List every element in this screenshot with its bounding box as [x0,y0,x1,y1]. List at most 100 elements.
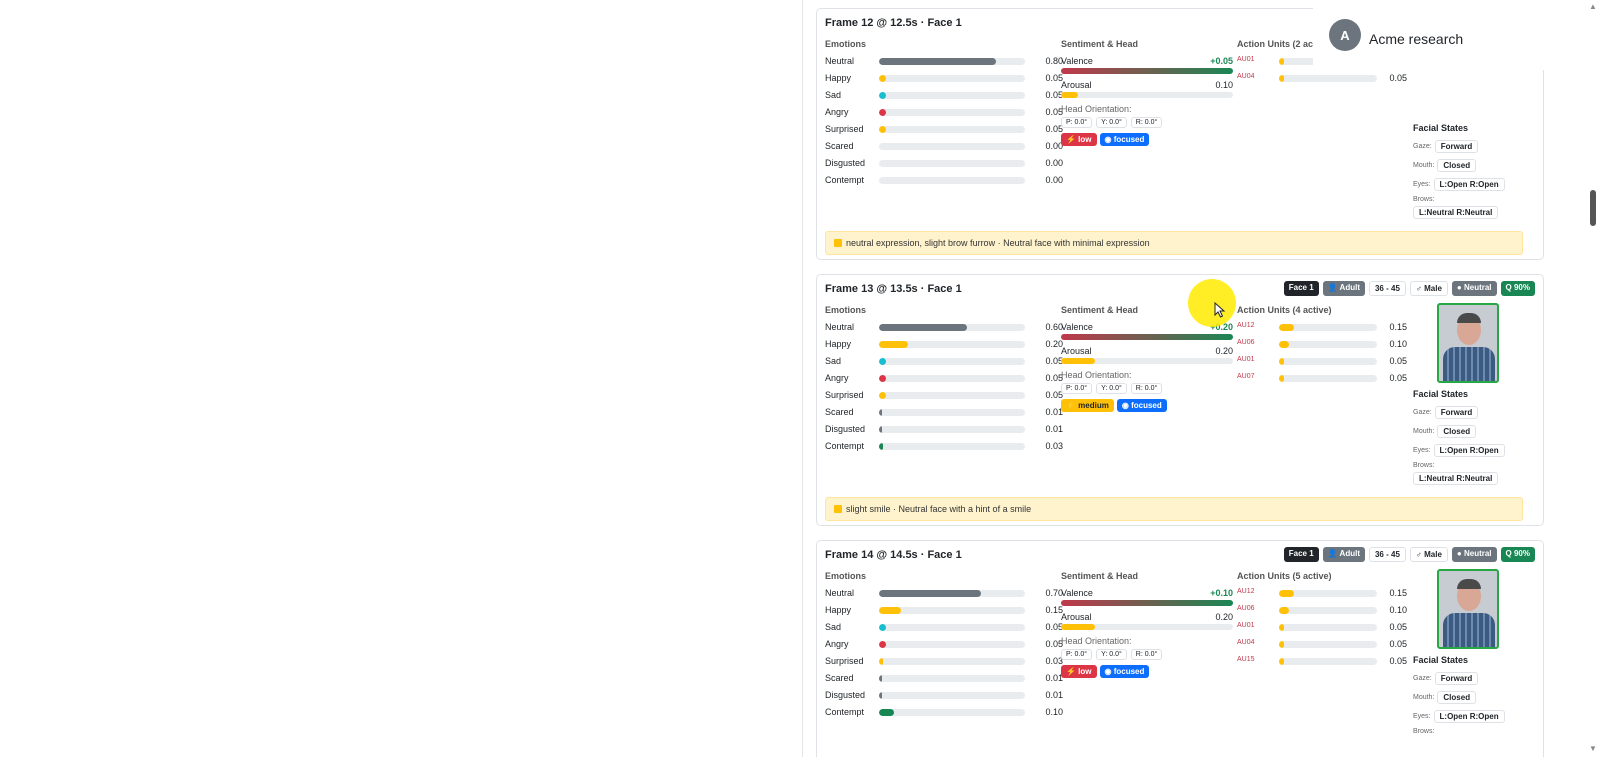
emotion-label: Happy [825,605,852,615]
facial-state-key: Brows: [1413,196,1435,203]
arousal-bar-fill [1061,624,1096,630]
badge-group: Face 1 👤 Adult 36 - 45 ♂ Male ● Neutral Q 90% [1283,547,1535,562]
emotion-bar-fill [879,109,887,116]
emotion-bar [879,160,1025,167]
action-unit-row: AU15 0.05 [1237,656,1407,668]
state-pills: ⚡ low ◉ focused [1061,133,1233,146]
arousal-value: 0.20 [1215,346,1233,356]
action-unit-bar-fill [1279,341,1289,348]
action-unit-bar-fill [1279,607,1289,614]
scrollbar[interactable]: ▲ ▼ [1586,0,1600,757]
head-orientation-label: Head Orientation: [1061,636,1132,646]
emotion-bar [879,375,1025,382]
focus-pill: ◉ focused [1099,665,1150,678]
sentiment-heading: Sentiment & Head [1061,305,1139,315]
facial-state-value: L:Open R:Open [1433,178,1505,191]
frame-note: neutral expression, slight brow furrow ·… [825,231,1523,255]
valence-label: Valence [1061,588,1093,598]
facial-states-title: Facial States [1413,655,1469,665]
frame-badge: Face 1 [1283,547,1319,562]
face-thumbnail[interactable] [1437,303,1499,383]
head-angle-chip: R: 0.0° [1130,383,1163,394]
account-header: A Acme research [1313,0,1560,70]
action-units-heading: Action Units (4 active) [1237,305,1332,315]
head-orientation-label: Head Orientation: [1061,104,1132,114]
emotion-value: 0.01 [1045,690,1063,700]
frame-badge: 👤 Adult [1322,547,1365,562]
sentiment-heading: Sentiment & Head [1061,571,1139,581]
emotion-bar [879,709,1025,716]
emotion-value: 0.01 [1045,424,1063,434]
facial-state-value: L:Neutral R:Neutral [1413,206,1499,219]
facial-state-key: Brows: [1413,462,1435,469]
emotion-label: Scared [825,141,854,151]
action-unit-row: AU12 0.15 [1237,322,1407,334]
arousal-bar-fill [1061,92,1079,98]
action-unit-label: AU01 [1237,622,1255,629]
action-unit-bar-fill [1279,624,1284,631]
badge-group: Face 1 👤 Adult 36 - 45 ♂ Male ● Neutral Q 90% [1283,281,1535,296]
action-unit-bar-fill [1279,75,1284,82]
page: Frame 12 @ 12.5s · Face 1 Face 1 A Emotions… [0,0,1600,757]
emotions-heading: Emotions [825,571,867,581]
frame-badge: Q 90% [1500,547,1535,562]
facial-state-row: Eyes: L:Open R:Open [1413,175,1505,194]
emotion-bar-fill [879,358,887,365]
head-orientation-chips: P: 0.0° Y: 0.0° R: 0.0° [1061,117,1233,128]
emotion-row: Surprised 0.03 [825,656,1063,668]
state-pills: ⚡ medium ◉ focused [1061,399,1233,412]
emotion-label: Neutral [825,588,855,598]
arousal-bar [1061,92,1233,98]
facial-states: Facial States Gaze: Forward Mouth: Closed Eye… [1413,655,1505,735]
scroll-down-icon[interactable]: ▼ [1589,744,1597,753]
action-unit-bar-fill [1279,590,1294,597]
action-unit-row: AU01 0.05 [1237,356,1407,368]
emotion-row: Scared 0.01 [825,407,1063,419]
action-units-heading: Action Units (5 active) [1237,571,1332,581]
emotion-bar-fill [879,75,887,82]
action-unit-label: AU06 [1237,605,1255,612]
emotion-row: Angry 0.05 [825,639,1063,651]
face-hair [1457,579,1481,589]
emotion-label: Disgusted [825,424,866,434]
scroll-up-icon[interactable]: ▲ [1589,2,1597,11]
head-angle-chip: Y: 0.0° [1096,383,1127,394]
facial-states: Facial States Gaze: Forward Mouth: Closed Eye… [1413,123,1505,219]
facial-state-row: Gaze: Forward [1413,669,1505,688]
emotion-bar-fill [879,709,894,716]
state-pills: ⚡ low ◉ focused [1061,665,1233,678]
emotion-bar [879,177,1025,184]
head-angle-chip: R: 0.0° [1130,649,1163,660]
head-angle-chip: Y: 0.0° [1096,649,1127,660]
emotion-row: Contempt 0.00 [825,175,1063,187]
facial-state-key: Mouth: [1413,694,1435,701]
emotion-bar-fill [879,58,996,65]
emotions-heading: Emotions [825,39,867,49]
emotion-bar-fill [879,658,884,665]
avatar[interactable]: A [1329,19,1361,51]
action-unit-bar [1279,590,1377,597]
emotion-label: Disgusted [825,158,866,168]
frame-title: Frame 13 @ 13.5s · Face 1 [825,283,962,295]
emotion-row: Sad 0.05 [825,622,1063,634]
face-shirt [1443,347,1495,381]
emotion-bar [879,607,1025,614]
frame-badge: ♂ Male [1409,281,1448,296]
action-unit-row: AU07 0.05 [1237,373,1407,385]
emotion-row: Neutral 0.70 [825,588,1063,600]
face-thumbnail[interactable] [1437,569,1499,649]
org-name[interactable]: Acme research [1369,31,1463,47]
emotion-bar-fill [879,607,901,614]
valence-bar [1061,600,1233,606]
emotion-bar [879,143,1025,150]
arousal-row: Arousal 0.10 [1061,80,1233,92]
action-unit-row: AU04 0.05 [1237,73,1407,85]
head-angle-chip: P: 0.0° [1061,383,1093,394]
emotion-label: Happy [825,73,852,83]
scrollbar-thumb[interactable] [1590,190,1596,226]
sentiment-panel: Valence +0.05 Arousal 0.10 Head Orientation:… [1061,56,1233,146]
frame-note-text: neutral expression, slight brow furrow ·… [846,238,1150,248]
facial-state-row: Eyes: L:Open R:Open [1413,707,1505,726]
emotion-label: Sad [825,356,842,366]
frame-note: slight smile · Neutral face with a hint … [825,497,1523,521]
